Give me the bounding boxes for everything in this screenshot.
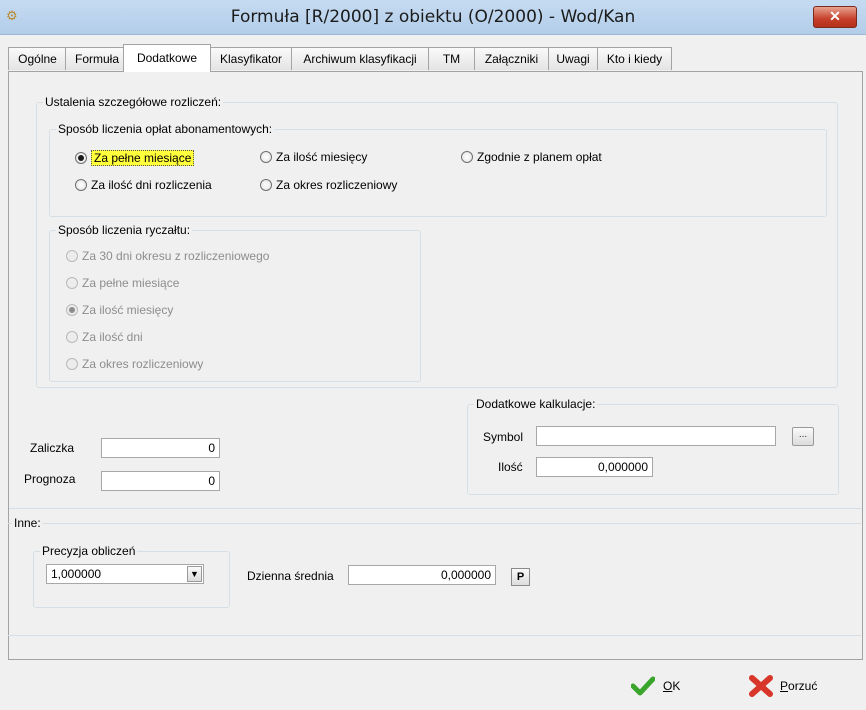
radio-icon [66,250,78,262]
qty-field[interactable]: 0,000000 [536,457,653,477]
symbol-browse-button[interactable]: ... [792,427,814,446]
radio-lump-ilosc-dni: Za ilość dni [66,330,143,344]
tab-tm[interactable]: TM [428,47,475,70]
lump-sum-group: Sposób liczenia ryczałtu: Za 30 dni okre… [49,223,421,382]
tab-kto-i-kiedy[interactable]: Kto i kiedy [597,47,672,70]
chevron-down-icon[interactable]: ▼ [187,566,202,582]
symbol-field[interactable] [536,426,776,446]
ok-label: OK [663,679,681,693]
settlement-group-title: Ustalenia szczegółowe rozliczeń: [43,95,224,109]
radio-sub-zgodnie-z-planem[interactable]: Zgodnie z planem opłat [461,150,602,164]
radio-lump-ilosc-miesiecy: Za ilość miesięcy [66,303,173,317]
precision-select[interactable]: 1,000000 ▼ [46,564,204,584]
radio-icon [461,151,473,163]
tab-ogolne[interactable]: Ogólne [8,47,67,70]
subscription-group-title: Sposób liczenia opłat abonamentowych: [56,122,275,136]
radio-sub-pelne-miesiace[interactable]: Za pełne miesiące [75,150,195,166]
forecast-field[interactable]: 0 [101,471,220,491]
qty-label: Ilość [498,460,523,474]
tab-klasyfikator[interactable]: Klasyfikator [210,47,292,70]
radio-sub-ilosc-dni[interactable]: Za ilość dni rozliczenia [75,178,212,192]
tab-zalaczniki[interactable]: Załączniki [474,47,549,70]
radio-lump-30-dni: Za 30 dni okresu z rozliczeniowego [66,249,269,263]
ok-button[interactable]: OK [631,676,680,696]
other-group: Inne: Precyzja obliczeń 1,000000 ▼ Dzien… [8,516,861,636]
radio-sub-okres-rozliczeniowy[interactable]: Za okres rozliczeniowy [260,178,397,192]
radio-icon [66,331,78,343]
lump-sum-group-title: Sposób liczenia ryczałtu: [56,223,193,237]
radio-selected-icon [75,152,87,164]
precision-group: Precyzja obliczeń 1,000000 ▼ [33,544,230,608]
other-group-title: Inne: [12,516,43,530]
tab-uwagi[interactable]: Uwagi [548,47,598,70]
tab-archiwum-klasyfikacji[interactable]: Archiwum klasyfikacji [291,47,429,70]
forecast-label: Prognoza [24,472,76,486]
radio-lump-okres-rozliczeniowy: Za okres rozliczeniowy [66,357,203,371]
tab-dodatkowe[interactable]: Dodatkowe [123,44,211,72]
radio-icon [66,277,78,289]
radio-icon [260,151,272,163]
cancel-label: Porzuć [780,679,818,693]
daily-avg-field[interactable]: 0,000000 [348,565,496,585]
extra-calc-group: Dodatkowe kalkulacje: Symbol ... Ilość 0… [467,397,839,495]
precision-group-title: Precyzja obliczeń [40,544,138,558]
advance-label: Zaliczka [30,441,75,455]
subscription-group: Sposób liczenia opłat abonamentowych: Za… [49,122,827,217]
tab-panel-dodatkowe: Ustalenia szczegółowe rozliczeń: Sposób … [8,71,863,660]
extra-calc-title: Dodatkowe kalkulacje: [474,397,598,411]
checkmark-icon [631,676,655,696]
daily-avg-label: Dzienna średnia [247,569,334,583]
p-button[interactable]: P [511,568,530,586]
radio-sub-ilosc-miesiecy[interactable]: Za ilość miesięcy [260,150,367,164]
window-title: Formuła [R/2000] z obiektu (O/2000) - Wo… [230,7,636,27]
title-bar: ⚙ Formuła [R/2000] z obiektu (O/2000) - … [0,0,866,35]
cancel-button[interactable]: Porzuć [748,674,817,698]
close-button[interactable]: ✕ [813,6,857,28]
radio-icon [66,358,78,370]
radio-icon [260,179,272,191]
radio-icon [75,179,87,191]
tab-formula[interactable]: Formuła [65,47,129,70]
radio-selected-icon [66,304,78,316]
advance-field[interactable]: 0 [101,438,220,458]
symbol-label: Symbol [483,430,524,444]
cross-icon [749,675,773,697]
radio-lump-pelne-miesiace: Za pełne miesiące [66,276,179,290]
settlement-group: Ustalenia szczegółowe rozliczeń: Sposób … [36,95,838,388]
section-divider [9,508,862,509]
